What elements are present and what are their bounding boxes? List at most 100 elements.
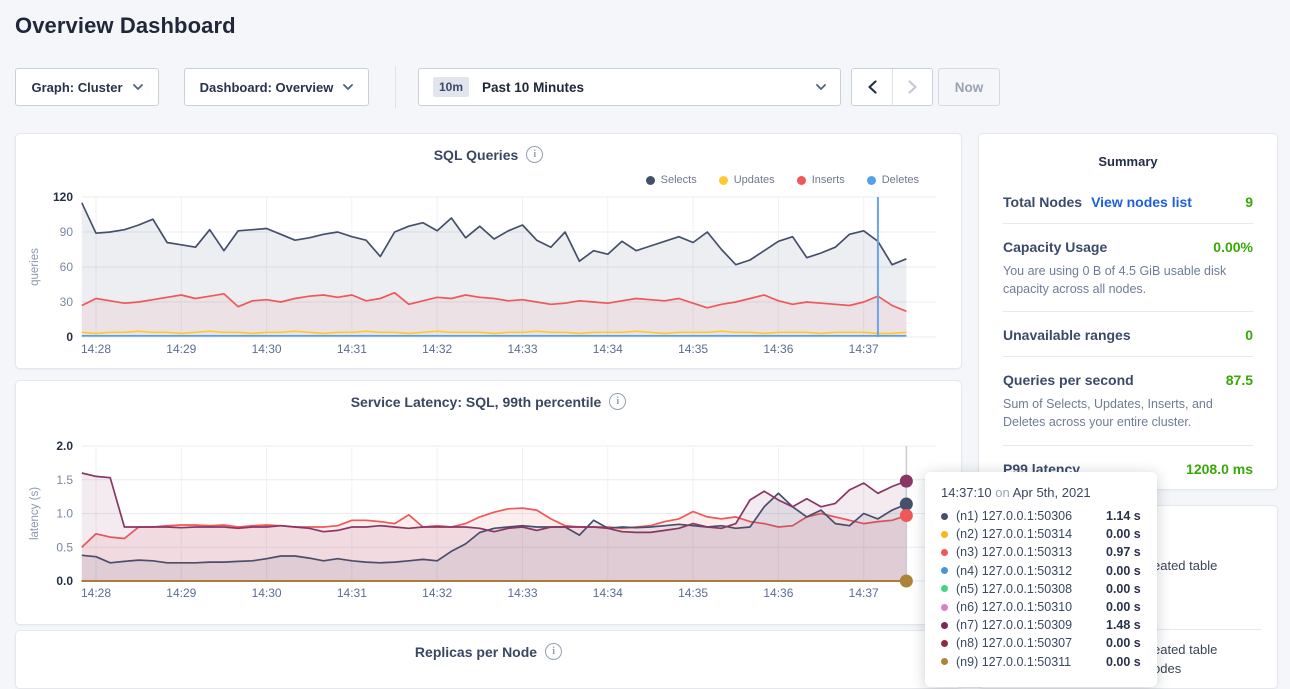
- svg-text:14:36: 14:36: [763, 342, 793, 356]
- p99-latency-value: 1208.0 ms: [1186, 461, 1253, 477]
- time-stepper: [851, 68, 933, 106]
- tooltip-node-value: 1.48 s: [1106, 618, 1141, 632]
- unavailable-ranges-label: Unavailable ranges: [1003, 327, 1131, 343]
- dashboard-dropdown[interactable]: Dashboard: Overview: [184, 68, 369, 106]
- total-nodes-label: Total Nodes: [1003, 194, 1082, 210]
- tooltip-node-label: (n2) 127.0.0.1:50314: [956, 527, 1106, 541]
- sql-queries-card: SQL Queries i SelectsUpdatesInsertsDelet…: [15, 133, 962, 369]
- summary-row-qps: Queries per second 87.5 Sum of Selects, …: [1003, 356, 1253, 444]
- now-button[interactable]: Now: [938, 68, 1000, 106]
- capacity-usage-desc: You are using 0 B of 4.5 GiB usable disk…: [1003, 262, 1253, 298]
- event-item-fragment[interactable]: eated table: [1153, 558, 1217, 573]
- series-dot-icon: [941, 622, 948, 629]
- svg-text:14:35: 14:35: [678, 586, 708, 600]
- unavailable-ranges-value: 0: [1245, 327, 1253, 343]
- svg-text:14:32: 14:32: [422, 586, 452, 600]
- tooltip-node-value: 0.00 s: [1106, 600, 1141, 614]
- capacity-usage-value: 0.00%: [1213, 239, 1253, 255]
- svg-text:30: 30: [60, 295, 74, 309]
- tooltip-node-row: (n4) 127.0.0.1:50312 0.00 s: [941, 562, 1141, 580]
- svg-text:120: 120: [53, 190, 73, 204]
- series-dot-icon: [941, 640, 948, 647]
- tooltip-node-label: (n5) 127.0.0.1:50308: [956, 582, 1106, 596]
- svg-text:14:29: 14:29: [166, 342, 196, 356]
- tooltip-node-label: (n8) 127.0.0.1:50307: [956, 636, 1106, 650]
- tooltip-node-row: (n3) 127.0.0.1:50313 0.97 s: [941, 543, 1141, 561]
- chevron-right-icon: [908, 80, 917, 94]
- chevron-left-icon: [868, 80, 877, 94]
- time-prev-button[interactable]: [852, 69, 892, 105]
- tooltip-node-value: 0.00 s: [1106, 564, 1141, 578]
- svg-text:1.5: 1.5: [56, 473, 73, 487]
- service-latency-card: Service Latency: SQL, 99th percentile i …: [15, 380, 962, 625]
- view-nodes-list-link[interactable]: View nodes list: [1091, 194, 1192, 210]
- svg-text:0.0: 0.0: [56, 574, 73, 588]
- dashboard-dropdown-label: Dashboard: Overview: [200, 80, 334, 95]
- tooltip-node-row: (n1) 127.0.0.1:50306 1.14 s: [941, 507, 1141, 525]
- svg-text:0: 0: [66, 330, 73, 344]
- series-dot-icon: [941, 549, 948, 556]
- svg-text:14:35: 14:35: [678, 342, 708, 356]
- svg-text:14:33: 14:33: [507, 586, 537, 600]
- event-item-fragment[interactable]: odes: [1153, 661, 1181, 676]
- time-next-button[interactable]: [892, 69, 932, 105]
- series-dot-icon: [941, 585, 948, 592]
- series-dot-icon: [941, 513, 948, 520]
- series-dot-icon: [941, 567, 948, 574]
- toolbar-divider: [395, 66, 396, 108]
- tooltip-node-value: 0.00 s: [1106, 527, 1141, 541]
- svg-text:14:37: 14:37: [849, 342, 879, 356]
- svg-text:0.5: 0.5: [56, 540, 73, 554]
- service-latency-chart[interactable]: 0.00.51.01.52.014:2814:2914:3014:3114:32…: [16, 381, 963, 626]
- qps-label: Queries per second: [1003, 372, 1134, 388]
- svg-text:14:30: 14:30: [252, 586, 282, 600]
- time-range-picker[interactable]: 10m Past 10 Minutes: [418, 68, 841, 106]
- sql-queries-chart[interactable]: 030609012014:2814:2914:3014:3114:3214:33…: [16, 134, 963, 370]
- svg-text:14:32: 14:32: [422, 342, 452, 356]
- chevron-down-icon: [816, 84, 826, 90]
- tooltip-node-label: (n3) 127.0.0.1:50313: [956, 545, 1106, 559]
- svg-text:latency (s): latency (s): [29, 487, 41, 540]
- qps-desc: Sum of Selects, Updates, Inserts, and De…: [1003, 395, 1253, 431]
- tooltip-node-value: 0.97 s: [1106, 545, 1141, 559]
- series-dot-icon: [941, 531, 948, 538]
- tooltip-node-value: 1.14 s: [1106, 509, 1141, 523]
- tooltip-node-row: (n7) 127.0.0.1:50309 1.48 s: [941, 616, 1141, 634]
- summary-title: Summary: [979, 134, 1277, 169]
- svg-text:2.0: 2.0: [56, 439, 73, 453]
- tooltip-node-row: (n2) 127.0.0.1:50314 0.00 s: [941, 525, 1141, 543]
- tooltip-node-value: 0.00 s: [1106, 636, 1141, 650]
- svg-text:14:28: 14:28: [81, 342, 111, 356]
- tooltip-node-label: (n1) 127.0.0.1:50306: [956, 509, 1106, 523]
- capacity-usage-label: Capacity Usage: [1003, 239, 1107, 255]
- graph-dropdown[interactable]: Graph: Cluster: [15, 68, 159, 106]
- tooltip-node-row: (n9) 127.0.0.1:50311 0.00 s: [941, 653, 1141, 671]
- event-item-fragment[interactable]: eated table: [1153, 642, 1217, 657]
- series-dot-icon: [941, 658, 948, 665]
- tooltip-node-label: (n9) 127.0.0.1:50311: [956, 655, 1106, 669]
- tooltip-node-row: (n5) 127.0.0.1:50308 0.00 s: [941, 580, 1141, 598]
- svg-text:14:33: 14:33: [507, 342, 537, 356]
- svg-text:14:29: 14:29: [166, 586, 196, 600]
- time-range-badge: 10m: [433, 77, 469, 97]
- tooltip-node-label: (n7) 127.0.0.1:50309: [956, 618, 1106, 632]
- tooltip-timestamp: 14:37:10 on Apr 5th, 2021: [941, 485, 1141, 500]
- svg-text:14:30: 14:30: [252, 342, 282, 356]
- svg-text:queries: queries: [29, 248, 41, 286]
- svg-text:14:36: 14:36: [763, 586, 793, 600]
- svg-text:14:34: 14:34: [593, 342, 623, 356]
- tooltip-node-label: (n6) 127.0.0.1:50310: [956, 600, 1106, 614]
- info-icon[interactable]: i: [545, 643, 562, 660]
- summary-row-total-nodes: Total Nodes View nodes list 9: [1003, 179, 1253, 223]
- svg-text:60: 60: [60, 260, 74, 274]
- tooltip-node-row: (n6) 127.0.0.1:50310 0.00 s: [941, 598, 1141, 616]
- replicas-per-node-title: Replicas per Node: [415, 644, 537, 660]
- total-nodes-value: 9: [1245, 194, 1253, 210]
- svg-text:14:37: 14:37: [849, 586, 879, 600]
- svg-text:1.0: 1.0: [56, 507, 73, 521]
- series-dot-icon: [941, 604, 948, 611]
- svg-text:14:31: 14:31: [337, 342, 367, 356]
- time-range-label: Past 10 Minutes: [482, 80, 584, 95]
- svg-text:14:31: 14:31: [337, 586, 367, 600]
- summary-row-capacity: Capacity Usage 0.00% You are using 0 B o…: [1003, 223, 1253, 311]
